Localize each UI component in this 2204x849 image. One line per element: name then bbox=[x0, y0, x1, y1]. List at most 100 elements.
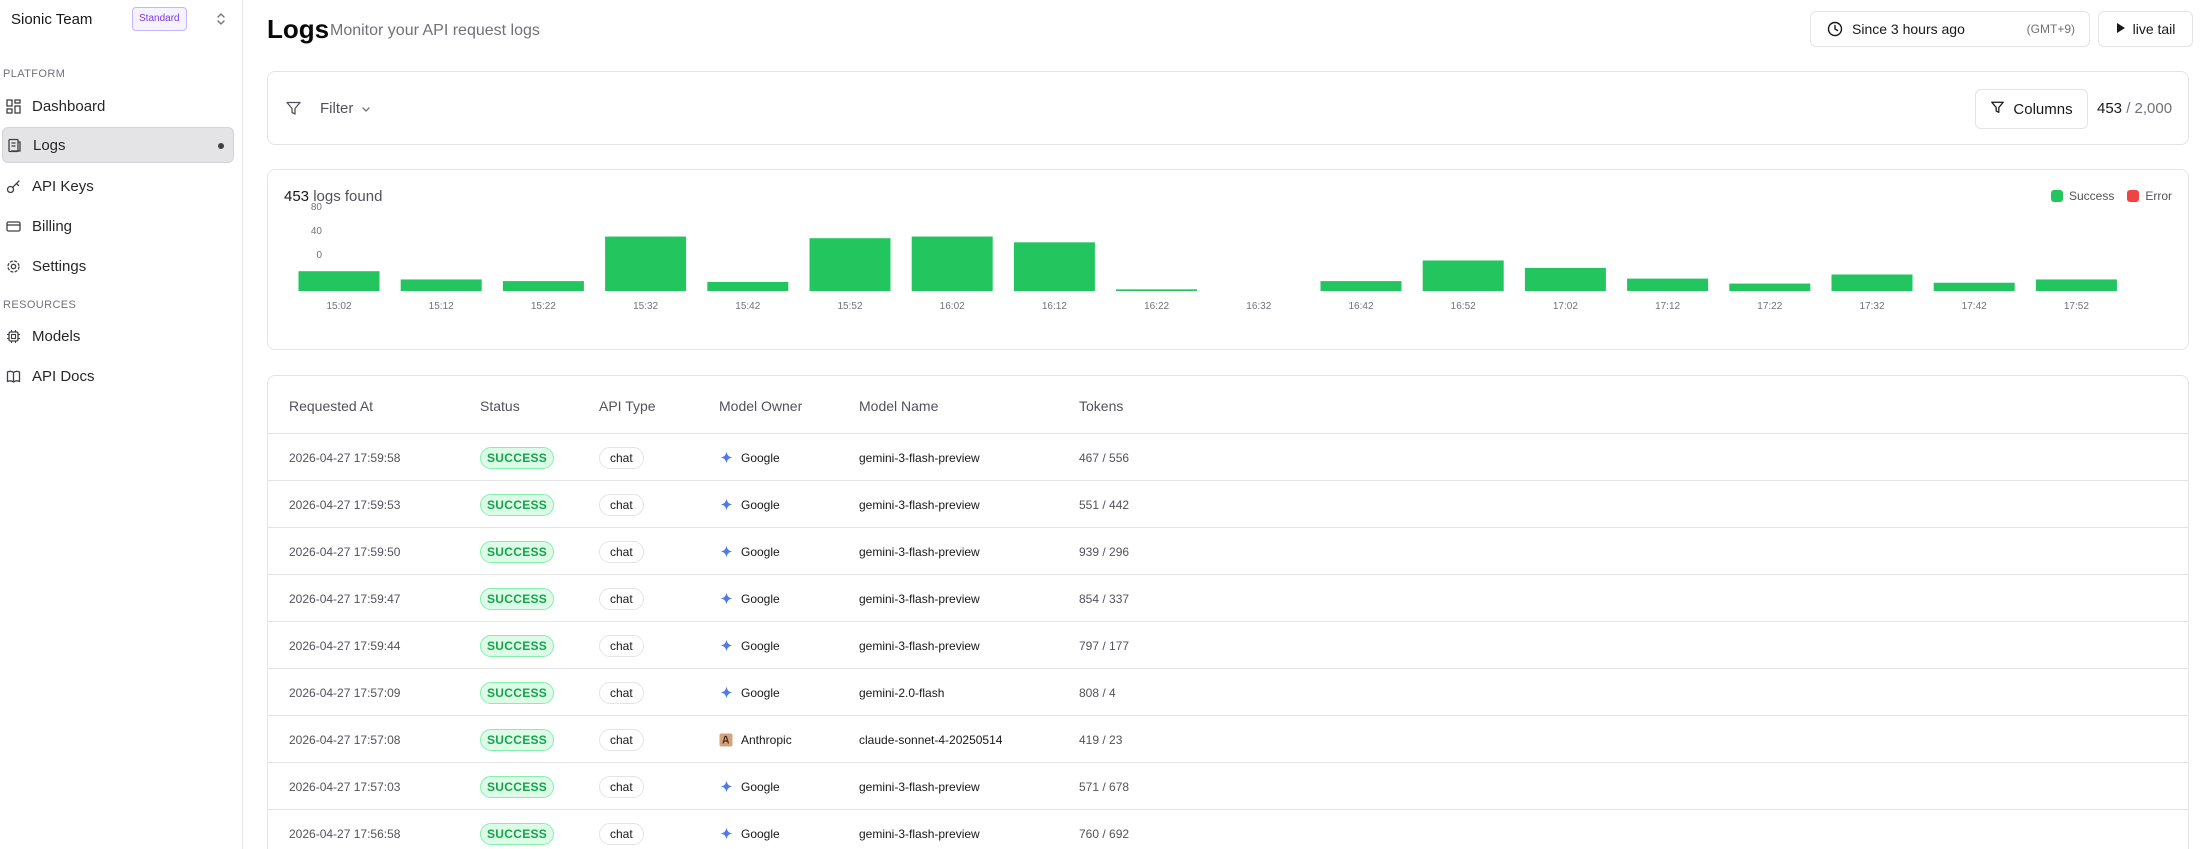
play-icon bbox=[2116, 21, 2126, 37]
google-gemini-icon bbox=[719, 686, 733, 700]
api-type-cell: chat bbox=[599, 575, 644, 622]
filter-icon[interactable] bbox=[285, 100, 302, 117]
status-badge: SUCCESS bbox=[480, 493, 555, 516]
tokens-cell: 797 / 177 bbox=[1079, 638, 1130, 653]
api-type-badge: chat bbox=[599, 587, 644, 610]
status-cell: SUCCESS bbox=[480, 575, 555, 622]
status-badge: SUCCESS bbox=[480, 634, 555, 657]
sidebar-item-settings[interactable]: Settings bbox=[2, 248, 234, 284]
y-tick-label: 80 bbox=[311, 202, 323, 213]
model-owner-label: Google bbox=[741, 826, 780, 841]
table-row[interactable]: 2026-04-27 17:57:03 SUCCESS chat Google gemi… bbox=[268, 763, 2188, 810]
table-row[interactable]: 2026-04-27 17:59:47 SUCCESS chat Google gemi… bbox=[268, 575, 2188, 622]
column-header-api-type[interactable]: API Type bbox=[599, 398, 656, 414]
sidebar-item-api-docs[interactable]: API Docs bbox=[2, 358, 234, 394]
column-header-tokens[interactable]: Tokens bbox=[1079, 398, 1123, 414]
bar-success[interactable] bbox=[1627, 278, 1709, 291]
column-header-model-owner[interactable]: Model Owner bbox=[719, 398, 802, 414]
status-cell: SUCCESS bbox=[480, 716, 555, 763]
model-owner-cell: Google bbox=[719, 481, 780, 528]
requested-at-cell: 2026-04-27 17:59:47 bbox=[289, 591, 401, 606]
model-name-cell: gemini-3-flash-preview bbox=[859, 591, 980, 606]
table-row[interactable]: 2026-04-27 17:57:09 SUCCESS chat Google gemi… bbox=[268, 669, 2188, 716]
sidebar-item-api-keys[interactable]: API Keys bbox=[2, 168, 234, 204]
section-label-resources: RESOURCES bbox=[3, 299, 77, 311]
model-owner-label: Google bbox=[741, 638, 780, 653]
log-count-shown: 453 bbox=[2097, 100, 2123, 117]
model-owner-cell: Google bbox=[719, 810, 780, 849]
table-row[interactable]: 2026-04-27 17:59:44 SUCCESS chat Google gemi… bbox=[268, 622, 2188, 669]
bar-success[interactable] bbox=[605, 236, 687, 291]
time-range-button[interactable]: Since 3 hours ago (GMT+9) bbox=[1810, 11, 2090, 47]
column-header-model-name[interactable]: Model Name bbox=[859, 398, 938, 414]
google-gemini-icon bbox=[719, 827, 733, 841]
bar-success[interactable] bbox=[1116, 289, 1198, 291]
model-owner-cell: Google bbox=[719, 622, 780, 669]
model-name-cell: claude-sonnet-4-20250514 bbox=[859, 732, 1003, 747]
bar-success[interactable] bbox=[1422, 260, 1504, 291]
x-tick-label: 15:32 bbox=[633, 301, 658, 312]
requested-at-cell: 2026-04-27 17:59:50 bbox=[289, 544, 401, 559]
bar-success[interactable] bbox=[400, 279, 482, 291]
x-tick-label: 17:02 bbox=[1553, 301, 1578, 312]
key-icon bbox=[3, 176, 23, 196]
status-badge: SUCCESS bbox=[480, 540, 555, 563]
bar-success[interactable] bbox=[1933, 282, 2015, 291]
bar-success[interactable] bbox=[1013, 242, 1095, 291]
sidebar-item-label: Settings bbox=[32, 257, 87, 275]
column-header-requested-at[interactable]: Requested At bbox=[289, 398, 373, 414]
filter-dropdown[interactable]: Filter bbox=[320, 100, 371, 117]
x-tick-label: 15:52 bbox=[837, 301, 862, 312]
y-tick-label: 0 bbox=[316, 250, 322, 261]
logs-table: Requested At Status API Type Model Owner… bbox=[267, 375, 2189, 849]
tokens-cell: 467 / 556 bbox=[1079, 450, 1130, 465]
model-owner-cell: Google bbox=[719, 434, 780, 481]
bar-success[interactable] bbox=[2035, 279, 2117, 291]
sidebar-item-billing[interactable]: Billing bbox=[2, 208, 234, 244]
sidebar-item-models[interactable]: Models bbox=[2, 318, 234, 354]
table-row[interactable]: 2026-04-27 17:59:53 SUCCESS chat Google gemi… bbox=[268, 481, 2188, 528]
table-row[interactable]: 2026-04-27 17:59:50 SUCCESS chat Google gemi… bbox=[268, 528, 2188, 575]
bar-success[interactable] bbox=[1320, 281, 1402, 291]
x-tick-label: 16:02 bbox=[940, 301, 965, 312]
table-row[interactable]: 2026-04-27 17:57:08 SUCCESS chat Anthropic c… bbox=[268, 716, 2188, 763]
x-tick-label: 17:52 bbox=[2064, 301, 2089, 312]
status-cell: SUCCESS bbox=[480, 669, 555, 716]
chevron-down-icon bbox=[361, 100, 371, 117]
bar-success[interactable] bbox=[809, 238, 891, 291]
column-header-status[interactable]: Status bbox=[480, 398, 520, 414]
sidebar-item-dashboard[interactable]: Dashboard bbox=[2, 88, 234, 124]
live-tail-label: live tail bbox=[2132, 21, 2176, 37]
google-gemini-icon bbox=[719, 451, 733, 465]
requested-at-cell: 2026-04-27 17:57:09 bbox=[289, 685, 401, 700]
columns-button[interactable]: Columns bbox=[1975, 89, 2088, 129]
tokens-cell: 571 / 678 bbox=[1079, 779, 1130, 794]
sidebar-item-logs[interactable]: Logs bbox=[2, 127, 234, 163]
live-tail-button[interactable]: live tail bbox=[2098, 11, 2193, 47]
bar-success[interactable] bbox=[298, 271, 380, 291]
bar-chart: 80 40 0 15:02 15:12 15:22 15:32 15:42 15:52 16:02… bbox=[298, 202, 2117, 312]
sidebar-item-label: Billing bbox=[32, 217, 73, 235]
requested-at-cell: 2026-04-27 17:57:03 bbox=[289, 779, 401, 794]
table-row[interactable]: 2026-04-27 17:56:58 SUCCESS chat Google gemi… bbox=[268, 810, 2188, 849]
api-type-cell: chat bbox=[599, 810, 644, 849]
bar-success[interactable] bbox=[707, 281, 789, 291]
bar-success[interactable] bbox=[911, 236, 993, 291]
bar-success[interactable] bbox=[1831, 274, 1913, 292]
status-badge: SUCCESS bbox=[480, 822, 555, 845]
table-row[interactable]: 2026-04-27 17:59:58 SUCCESS chat Google gemi… bbox=[268, 434, 2188, 481]
model-owner-cell: Google bbox=[719, 528, 780, 575]
sidebar-item-label: Logs bbox=[33, 136, 66, 154]
bar-success[interactable] bbox=[502, 281, 584, 291]
bar-success[interactable] bbox=[1729, 283, 1811, 291]
team-switcher[interactable]: Sionic Team Standard bbox=[11, 6, 225, 32]
status-cell: SUCCESS bbox=[480, 528, 555, 575]
bar-success[interactable] bbox=[1524, 267, 1606, 291]
model-owner-cell: Google bbox=[719, 575, 780, 622]
columns-label: Columns bbox=[2013, 100, 2073, 118]
status-badge: SUCCESS bbox=[480, 446, 555, 469]
chevron-up-down-icon[interactable] bbox=[211, 9, 231, 29]
api-type-cell: chat bbox=[599, 763, 644, 810]
api-type-badge: chat bbox=[599, 728, 644, 751]
tokens-cell: 419 / 23 bbox=[1079, 732, 1123, 747]
